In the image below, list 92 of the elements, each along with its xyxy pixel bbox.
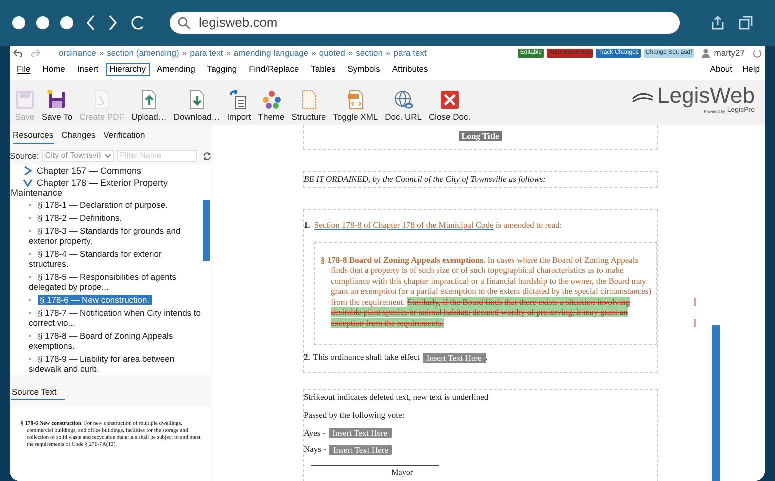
menu-tab[interactable]: Hierarchy — [106, 62, 150, 76]
insert-text-placeholder[interactable]: Insert Text Here — [329, 444, 392, 455]
breadcrumb-separator: » — [312, 47, 316, 60]
url-text: legisweb.com — [199, 14, 278, 32]
tree-item[interactable]: § 178-9 — Liability for area between sidewalk and curb. — [29, 354, 201, 374]
panel-tab[interactable]: Resources — [13, 129, 54, 144]
menu-tab[interactable]: Amending — [152, 62, 200, 76]
breadcrumb-separator: » — [226, 47, 231, 60]
chevron-right-icon[interactable] — [23, 166, 33, 176]
tree-item[interactable]: § 178-8 — Board of Zoning Appeals exemptions. — [29, 330, 201, 350]
back-icon[interactable] — [86, 15, 96, 31]
power-icon[interactable] — [753, 49, 762, 58]
breadcrumb-separator: » — [99, 47, 104, 60]
breadcrumb-link[interactable]: para text — [394, 47, 427, 60]
section-number: 2. — [304, 351, 310, 364]
chevron-down-icon — [105, 154, 112, 158]
panel-tab[interactable]: Verification — [104, 129, 146, 144]
vote-label: Nays - — [304, 443, 326, 456]
menu-tab[interactable]: Symbols — [342, 62, 386, 76]
source-label: Source: — [10, 150, 40, 162]
menu-item[interactable]: About — [707, 62, 736, 76]
breadcrumb-separator: » — [182, 47, 188, 60]
share-icon[interactable] — [710, 15, 726, 31]
toolbar-button[interactable]: Structure — [288, 90, 330, 122]
section-text: . — [486, 351, 488, 364]
scrollbar[interactable] — [203, 200, 210, 260]
menu-item[interactable]: Help — [740, 62, 763, 76]
toolbar-button[interactable]: Theme — [255, 90, 288, 122]
toolbar-button[interactable]: Toggle XML — [330, 90, 382, 122]
breadcrumb-link[interactable]: ordinance — [59, 47, 96, 60]
tree-item[interactable]: Chapter 178 — Exterior Property Maintenance — [11, 178, 201, 198]
tree-item[interactable]: Chapter 157 — Commons — [11, 166, 201, 176]
toolbar-button[interactable]: Save To — [39, 90, 76, 122]
tree-item[interactable]: § 178-5 — Responsibilities of agents delegated by prope... — [29, 272, 201, 292]
user-icon — [702, 49, 710, 58]
chevron-down-icon[interactable] — [23, 178, 33, 188]
breadcrumb-link[interactable]: section — [356, 47, 384, 60]
scrollbar[interactable] — [712, 325, 720, 481]
toolbar-icon — [346, 90, 366, 110]
menu-tab[interactable]: Tables — [306, 62, 341, 76]
insert-text-placeholder[interactable]: Insert Text Here — [328, 428, 392, 438]
breadcrumb-link[interactable]: section (amending) — [107, 47, 180, 60]
breadcrumb-link[interactable]: amending language — [234, 47, 309, 60]
change-marker — [694, 319, 696, 327]
toolbar-button[interactable]: Upload… — [128, 90, 170, 122]
window-dots-icon — [12, 16, 74, 30]
forward-icon[interactable] — [108, 15, 118, 31]
long-title-button[interactable]: Long Title — [458, 131, 502, 141]
menu-tab[interactable]: File — [12, 62, 36, 76]
toolbar-button[interactable]: Doc. URL — [382, 90, 425, 122]
panel-title: Source Text — [11, 386, 65, 400]
toolbar-icon — [394, 90, 414, 110]
menu-tab[interactable]: Tagging — [202, 62, 242, 76]
menu-tab[interactable]: Find/Replace — [244, 62, 304, 76]
user-name[interactable]: marty27 — [714, 47, 745, 60]
change-marker — [694, 298, 696, 306]
reload-icon[interactable] — [130, 15, 146, 31]
vote-label: Ayes - — [304, 426, 326, 440]
toolbar-button[interactable]: Close Doc. — [426, 90, 474, 122]
signature-label: Mayor — [392, 467, 414, 479]
tree-item[interactable]: § 178-2 — Definitions. — [29, 212, 201, 222]
tree-item[interactable]: § 178-3 — Standards for grounds and exterior property. — [29, 226, 201, 246]
section-text: This ordinance shall take effect — [313, 351, 420, 364]
tree-item[interactable]: § 178-4 — Standards for exterior structures. — [29, 248, 201, 268]
menu-tab[interactable]: Insert — [72, 62, 104, 76]
enacting-clause: BE IT ORDAINED, by the Council of the City of Townsville as follows: — [304, 173, 546, 186]
toolbar-icon — [440, 90, 460, 110]
breadcrumb-separator: » — [386, 47, 391, 60]
undo-icon[interactable] — [13, 49, 23, 58]
vote-heading: Passed by the following vote: — [304, 408, 406, 422]
breadcrumb-separator: » — [348, 47, 354, 60]
section-text: 1. Section 178-8 of Chapter 178 of the Municipal Code is amended to read: — [304, 219, 564, 232]
tabs-icon[interactable] — [738, 15, 754, 31]
menu-tab[interactable]: Attributes — [387, 62, 434, 76]
toolbar-icon — [15, 90, 35, 110]
breadcrumb-link[interactable]: para text — [190, 47, 224, 60]
legend-text: Strikeout indicates deleted text, new text is underlined — [304, 391, 490, 404]
toolbar-icon — [47, 90, 68, 110]
toolbar-icon — [229, 90, 250, 110]
menu-tab[interactable]: Home — [38, 62, 70, 76]
refresh-icon[interactable] — [203, 152, 212, 161]
search-icon — [178, 16, 191, 30]
quoted-section-text: § 178-8 Board of Zoning Appeals exemptions. In cases where the Board of Zoning Appeals finds that a property is of such size or of such topographical characteristics as to make compliance with this chapter impractical or a financial hardship to the owner, the Board may grant an exemption (or a partial exemption to the extent dictated by the special circumstances) from the requirement. Similarly, if the Board finds that there exists a situation involving desirable plant species or animal habitats deemed worthy of preserving, it may grant an exception from the requirements. — [320, 254, 653, 328]
insert-text-placeholder[interactable]: Insert Text Here — [422, 352, 486, 363]
url-field[interactable]: legisweb.com — [170, 12, 680, 34]
toolbar-button[interactable]: Import — [224, 90, 254, 122]
toolbar-icon — [262, 90, 282, 110]
tree-item[interactable]: § 178-1 — Declaration of purpose. — [29, 200, 201, 210]
toolbar-button[interactable]: Download… — [170, 90, 224, 122]
tree-item[interactable]: § 178-7 — Notification when City intends to correct vio... — [29, 308, 201, 328]
breadcrumb-link[interactable]: quoted — [319, 47, 346, 60]
panel-tab[interactable]: Changes — [62, 129, 96, 144]
